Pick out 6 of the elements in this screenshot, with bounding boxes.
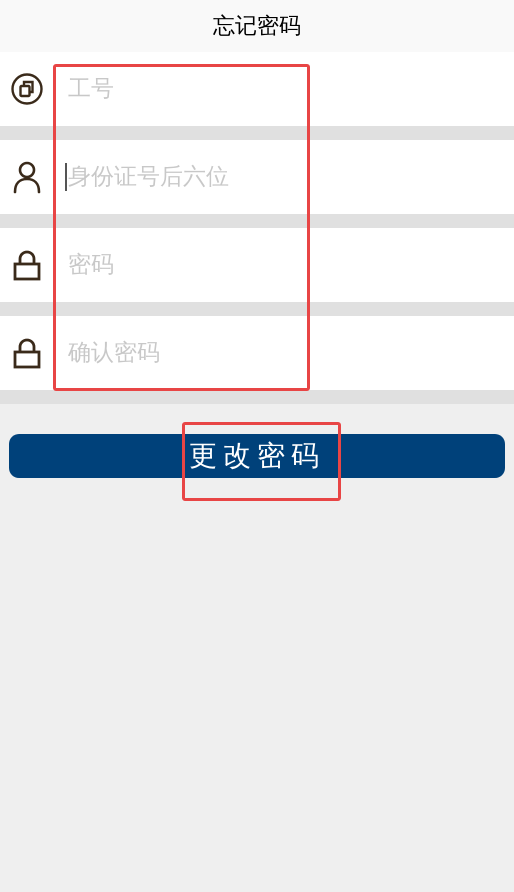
page-title: 忘记密码 xyxy=(213,12,301,40)
lock-icon xyxy=(12,249,40,281)
lock-icon xyxy=(12,337,40,369)
badge-icon xyxy=(10,72,44,106)
submit-button[interactable]: 更改密码 xyxy=(9,434,505,478)
person-icon xyxy=(12,160,42,194)
